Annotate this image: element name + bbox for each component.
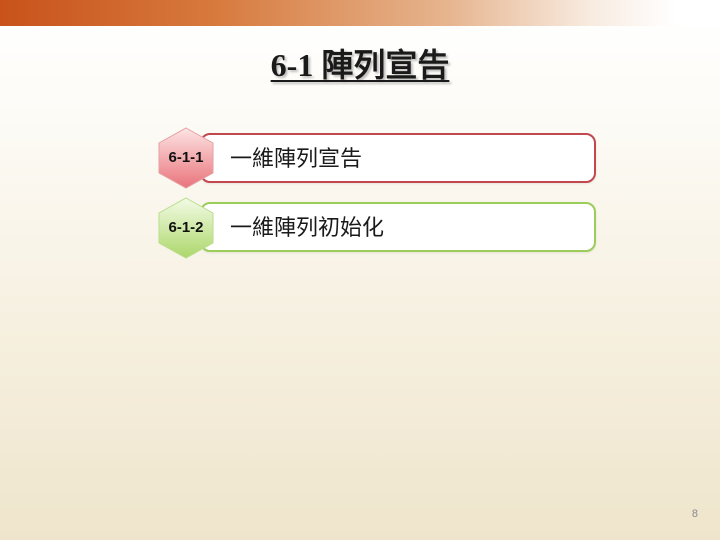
slide-title: 6-1 陣列宣告 bbox=[270, 47, 450, 83]
section-number-badge: 6-1-1 bbox=[168, 149, 204, 166]
hexagon-badge-icon: 6-1-1 bbox=[155, 127, 217, 189]
section-item-6-1-1[interactable]: 一維陣列宣告 bbox=[200, 133, 596, 183]
section-item-label: 一維陣列宣告 bbox=[230, 146, 363, 171]
section-number-badge: 6-1-2 bbox=[168, 219, 204, 236]
hexagon-badge-icon: 6-1-2 bbox=[155, 197, 217, 259]
slide: 6-1 陣列宣告 一維陣列宣告 6-1-1 一維陣列初始化 6-1-2 8 bbox=[0, 0, 720, 540]
section-item-6-1-2[interactable]: 一維陣列初始化 bbox=[200, 202, 596, 252]
top-accent-bar bbox=[0, 0, 720, 26]
page-number: 8 bbox=[691, 508, 698, 520]
section-item-label: 一維陣列初始化 bbox=[230, 215, 385, 240]
